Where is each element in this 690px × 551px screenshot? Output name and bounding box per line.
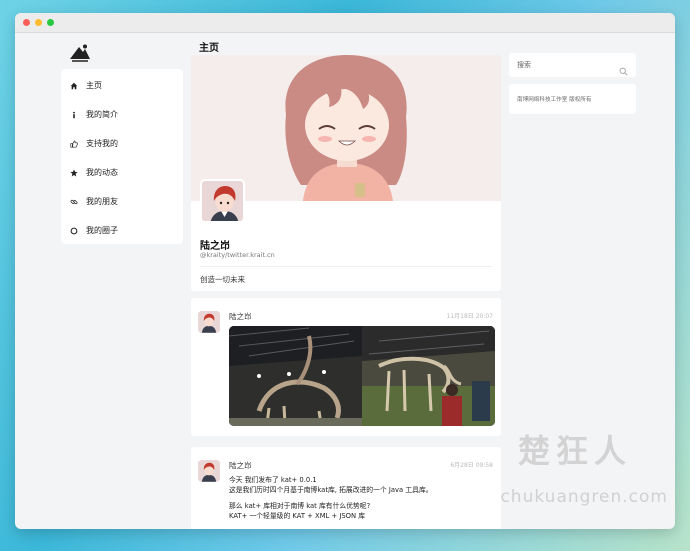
post-timestamp: 6月28日 09:58 [450, 462, 493, 469]
profile-avatar[interactable] [200, 179, 245, 223]
profile-name: 陆之岇 [200, 241, 230, 252]
search-input[interactable] [517, 61, 617, 69]
close-window-button[interactable] [23, 19, 30, 26]
copyright-card: 南博网络科技工作室 版权所有 [509, 84, 636, 114]
post-author[interactable]: 陆之岇 [229, 311, 252, 322]
post-line: 这是我们历时四个月基于南博kat库, 拓展改进的一个 Java 工具库。 [229, 486, 433, 494]
profile-bio: 创造一切未来 [200, 275, 245, 284]
watermark-logo: 楚狂人 [517, 432, 632, 470]
maximize-window-button[interactable] [47, 19, 54, 26]
main-content: 主页 陆之岇 @kraity/twitter.krait.cn 创造一切未来 陆… [191, 33, 501, 529]
sidebar-nav: 主页 我的简介 支持我的 我的动态 我的朋友 我的圈子 [61, 69, 183, 244]
mountain-logo-icon [70, 44, 90, 62]
nav-item-about[interactable]: 我的简介 [61, 100, 183, 129]
post-image[interactable] [229, 326, 495, 426]
page-title: 主页 [199, 43, 219, 54]
post-line: KAT+ 一个轻量级的 KAT + XML + JSON 库 [229, 512, 366, 520]
nav-item-label: 我的圈子 [86, 226, 118, 235]
info-icon [69, 110, 79, 120]
post-author-avatar[interactable] [198, 460, 220, 482]
post-card[interactable]: 陆之岇 6月28日 09:58 今天 我们发布了 kat+ 0.0.1 这是我们… [191, 447, 501, 529]
nav-item-label: 我的朋友 [86, 197, 118, 206]
link-icon [69, 197, 79, 207]
search-icon[interactable] [619, 61, 628, 76]
nav-item-label: 主页 [86, 81, 102, 90]
nav-item-home[interactable]: 主页 [61, 71, 183, 100]
post-card[interactable]: 陆之岇 11月18日 20:07 [191, 298, 501, 436]
post-line: 那么 kat+ 库相对于南博 kat 库有什么优势呢? [229, 502, 371, 510]
profile-handle[interactable]: @kraity/twitter.krait.cn [200, 251, 275, 259]
nav-item-support[interactable]: 支持我的 [61, 129, 183, 158]
thumbs-up-icon [69, 139, 79, 149]
nav-item-circle[interactable]: 我的圈子 [61, 216, 183, 245]
avatar-image [198, 311, 220, 333]
post-body: 今天 我们发布了 kat+ 0.0.1 这是我们历时四个月基于南博kat库, 拓… [229, 475, 494, 521]
nav-item-label: 支持我的 [86, 139, 118, 148]
avatar-image [198, 460, 220, 482]
post-timestamp: 11月18日 20:07 [446, 313, 493, 320]
divider [200, 266, 492, 267]
star-icon [69, 168, 79, 178]
nav-item-label: 我的简介 [86, 110, 118, 119]
window-titlebar [15, 13, 675, 33]
avatar-image [202, 181, 243, 221]
minimize-window-button[interactable] [35, 19, 42, 26]
watermark-url: chukuangren.com [500, 487, 668, 507]
site-logo[interactable] [68, 43, 92, 63]
search-box[interactable] [509, 53, 636, 77]
museum-skeleton-photo [229, 326, 495, 426]
nav-item-label: 我的动态 [86, 168, 118, 177]
post-author[interactable]: 陆之岇 [229, 460, 252, 471]
home-icon [69, 81, 79, 91]
nav-item-moments[interactable]: 我的动态 [61, 158, 183, 187]
post-line: 今天 我们发布了 kat+ 0.0.1 [229, 476, 317, 484]
post-author-avatar[interactable] [198, 311, 220, 333]
profile-card: 陆之岇 @kraity/twitter.krait.cn 创造一切未来 [191, 55, 501, 291]
circle-icon [69, 226, 79, 236]
nav-item-friends[interactable]: 我的朋友 [61, 187, 183, 216]
